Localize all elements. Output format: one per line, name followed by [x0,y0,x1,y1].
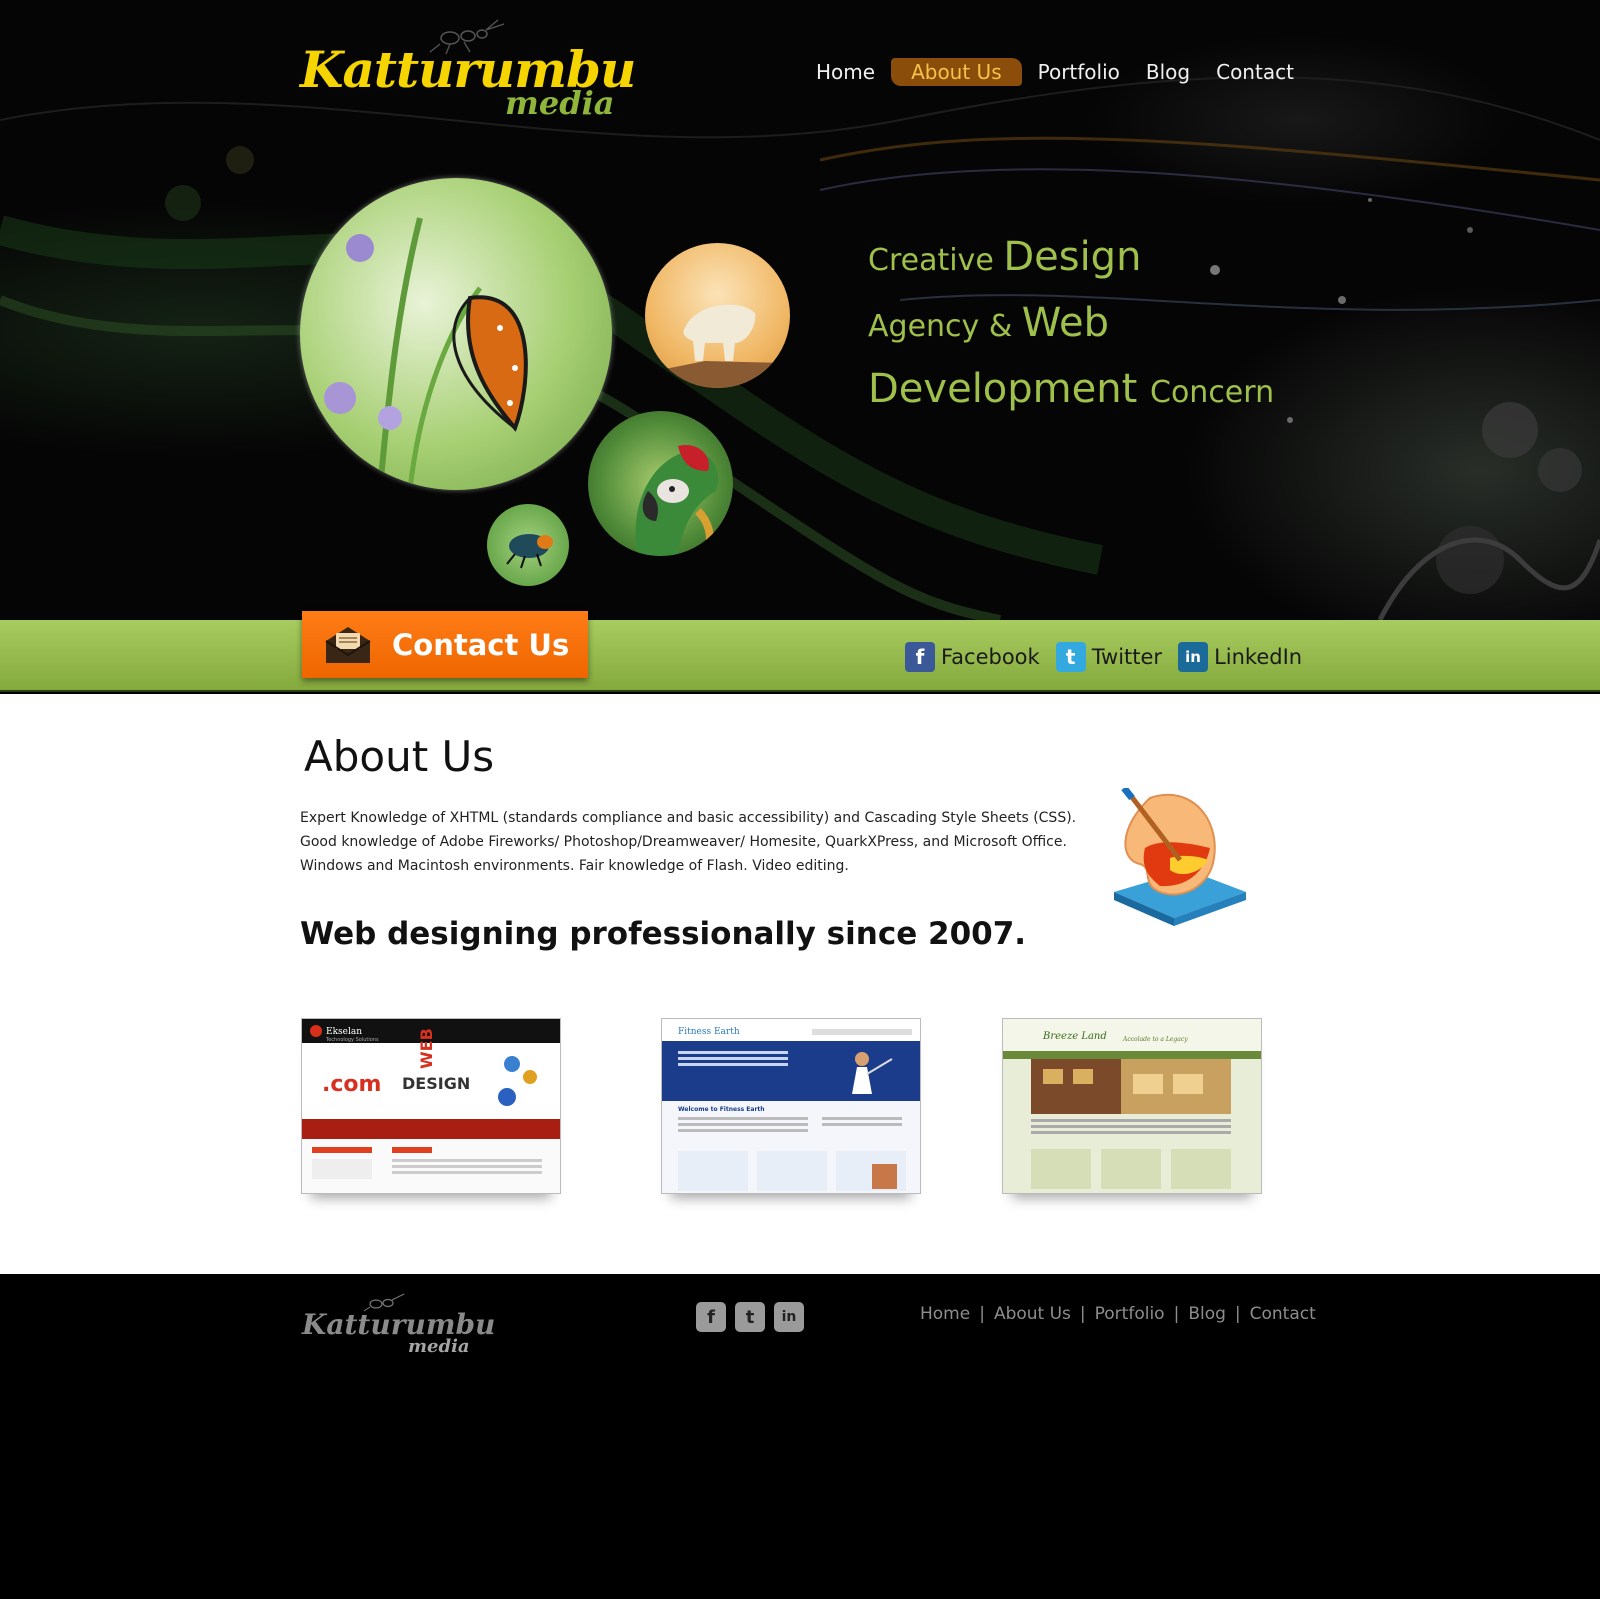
fitness-earth-logo-text: Fitness Earth [678,1027,740,1037]
nav-item-blog[interactable]: Blog [1136,58,1200,86]
fitness-earth-welcome: Welcome to Fitness Earth [678,1106,765,1113]
social-label: Twitter [1091,645,1163,669]
footer-linkedin-icon[interactable]: in [774,1302,804,1332]
tagline-word: Agency & [868,309,1022,344]
page-footer: Katturumbu media f t in Home | About Us | Port… [0,1274,1600,1599]
hero-banner: Katturumbu media Home About Us Portfolio Bl… [0,0,1600,620]
footer-nav-home[interactable]: Home [920,1304,970,1324]
background-waves [0,76,1600,620]
social-label: LinkedIn [1214,645,1303,669]
twitter-icon: t [1055,642,1086,672]
since-heading: Web designing professionally since 2007. [300,916,1027,952]
portfolio-thumbnail-ekselan[interactable]: Ekselan Technology Solutions .com DESIGN… [301,1018,561,1194]
footer-nav-portfolio[interactable]: Portfolio [1095,1304,1165,1324]
tagline-line: Development Concern [868,360,1308,426]
about-description: Expert Knowledge of XHTML (standards com… [300,810,1077,874]
footer-social-links: f t in [696,1302,813,1332]
ekselan-logo-text: Ekselan [326,1027,362,1037]
breeze-land-tagline: Accolade to a Legacy [1122,1036,1188,1043]
footer-nav-blog[interactable]: Blog [1188,1304,1226,1324]
portfolio-thumbnail-fitness-earth[interactable]: Fitness Earth Welcome to Fitness Earth [661,1018,921,1194]
contact-us-label: Contact Us [392,627,570,662]
nav-item-about-us[interactable]: About Us [891,58,1022,86]
linkedin-icon: in [1178,642,1209,672]
social-link-facebook[interactable]: f Facebook [905,642,1040,672]
tagline-word: Creative [868,243,1004,278]
brand-logo[interactable]: Katturumbu media [300,14,636,124]
tagline-line: Creative Design [868,228,1308,294]
main-content: About Us Expert Knowledge of XHTML (stan… [0,694,1600,1274]
page-title: About Us [304,732,495,781]
paint-palette-icon [1114,788,1246,926]
tagline-word: Concern [1150,375,1275,410]
beetle-photo [487,504,569,586]
svg-text:.com: .com [322,1072,381,1097]
envelope-icon [325,626,371,663]
footer-nav-separator: | [979,1304,985,1324]
social-link-twitter[interactable]: t Twitter [1055,642,1163,672]
footer-logo[interactable]: Katturumbu media [302,1292,495,1362]
action-bar [0,620,1600,692]
hero-tagline: Creative Design Agency & Web Development C… [868,228,1308,426]
social-links: f Facebook t Twitter in LinkedIn [905,642,1318,672]
footer-logo-subtitle: media [408,1336,470,1357]
mountain-goat-photo [645,243,790,388]
footer-nav-separator: | [1079,1304,1086,1324]
ekselan-tagline: Technology Solutions [325,1037,379,1043]
tagline-word: Design [1003,234,1142,280]
portfolio-thumbnail-breeze-land[interactable]: Breeze Land Accolade to a Legacy [1002,1018,1262,1194]
main-navigation: Home About Us Portfolio Blog Contact [806,56,1310,88]
facebook-icon: f [905,642,935,672]
nav-item-contact[interactable]: Contact [1206,58,1304,86]
footer-twitter-icon[interactable]: t [735,1302,765,1332]
footer-nav-about-us[interactable]: About Us [994,1304,1071,1324]
footer-nav-separator: | [1173,1304,1180,1324]
breeze-land-logo-text: Breeze Land [1042,1031,1107,1042]
footer-navigation: Home | About Us | Portfolio | Blog | Contact [920,1304,1316,1324]
butterfly-photo [300,178,612,490]
nav-item-portfolio[interactable]: Portfolio [1028,58,1130,86]
tagline-word: Development [868,366,1150,412]
contact-us-button[interactable]: Contact Us [302,611,588,678]
social-label: Facebook [941,645,1040,669]
footer-nav-separator: | [1234,1304,1241,1324]
footer-nav-contact[interactable]: Contact [1250,1304,1316,1324]
tagline-word: Web [1021,300,1109,346]
logo-subtitle: media [505,84,615,122]
svg-text:DESIGN: DESIGN [402,1074,470,1093]
tagline-line: Agency & Web [868,294,1308,360]
social-link-linkedin[interactable]: in LinkedIn [1178,642,1302,672]
parrot-photo [588,411,733,556]
nav-item-home[interactable]: Home [806,58,885,86]
svg-text:WEB: WEB [417,1028,436,1069]
footer-facebook-icon[interactable]: f [696,1302,726,1332]
